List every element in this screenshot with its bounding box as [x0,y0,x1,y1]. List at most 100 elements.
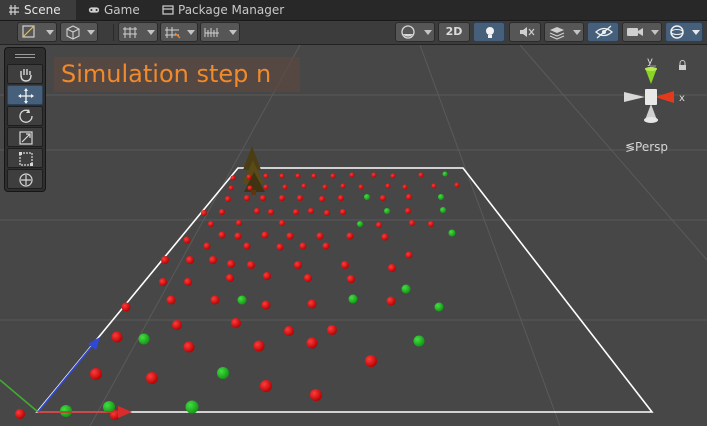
red-agent-sphere [327,325,337,335]
ruler-snap-button[interactable] [200,22,240,42]
red-agent-sphere [244,195,250,201]
red-agent-sphere [227,260,235,268]
red-agent-sphere [201,210,207,216]
red-agent-sphere [253,340,265,352]
tab-game-label: Game [104,3,140,17]
scale-tool-button[interactable] [7,127,43,147]
red-agent-sphere [286,232,294,240]
projection-toggle[interactable]: ≶Persp [625,140,668,154]
red-agent-sphere [307,299,317,309]
red-agent-sphere [226,274,234,282]
hand-tool-button[interactable] [7,64,43,84]
red-agent-sphere [247,185,253,191]
2d-mode-button[interactable]: 2D [438,22,470,42]
tab-bar: Scene Game Package Manager [0,0,707,21]
green-agent-sphere [413,335,425,347]
red-agent-sphere [406,194,412,200]
cube-icon [66,25,80,40]
eye-hidden-icon [595,25,613,39]
camera-settings-button[interactable] [622,22,662,42]
red-agent-sphere [299,242,307,250]
red-agent-sphere [310,389,322,401]
ruler-icon [204,28,219,37]
red-agent-sphere [311,173,317,179]
red-agent-sphere [186,256,194,264]
gizmos-button[interactable] [665,22,703,42]
chevron-down-icon [651,30,659,35]
red-agent-sphere [295,173,301,179]
green-agent-sphere [384,208,390,214]
green-agent-sphere [217,367,229,379]
move-tool-button[interactable] [7,85,43,105]
red-agent-sphere [225,196,231,202]
rotate-icon [19,109,33,123]
effects-button[interactable] [544,22,584,42]
lightbulb-icon [486,27,494,38]
red-agent-sphere [293,209,299,215]
red-agent-sphere [247,261,255,269]
red-agent-sphere [386,296,396,306]
red-agent-sphere [347,275,355,283]
red-agent-sphere [454,182,460,188]
move-arrows-icon [18,88,34,104]
scale-icon [19,131,33,145]
red-agent-sphere [111,331,123,343]
palette-drag-handle[interactable] [15,54,35,58]
tab-scene[interactable]: Scene [0,0,76,20]
chevron-down-icon [187,30,195,35]
draw-mode-button[interactable] [17,22,57,42]
red-agent-sphere [294,261,302,269]
red-agent-sphere [263,184,269,190]
gamepad-icon [88,7,100,13]
scene-toolbar: 2D [0,21,707,45]
audio-muted-icon [520,27,535,37]
scene-visibility-button[interactable] [587,22,619,42]
audio-toggle-button[interactable] [509,22,541,42]
red-agent-sphere [231,318,241,328]
red-agent-sphere [263,173,269,179]
gizmo-neg-x-cone[interactable] [624,92,645,102]
lighting-toggle-button[interactable] [473,22,505,42]
2d-mode-label: 2D [445,25,463,38]
green-agent-sphere [448,229,456,237]
red-agent-sphere [306,337,318,349]
tool-palette [4,47,46,192]
chevron-down-icon [46,30,54,35]
red-agent-sphere [405,251,413,259]
grid-snap-button[interactable] [118,22,158,42]
red-agent-sphere [402,184,408,190]
red-agent-sphere [90,368,102,380]
red-agent-sphere [209,256,217,264]
gizmo-globe-icon [670,25,684,39]
scene-viewport[interactable] [0,45,707,426]
green-agent-sphere [185,400,199,414]
rect-tool-button[interactable] [7,148,43,168]
green-agent-sphere [401,284,411,294]
green-agent-sphere [60,405,72,417]
render-mode-button[interactable] [60,22,98,42]
rotate-tool-button[interactable] [7,106,43,126]
red-agent-sphere [381,233,389,241]
toolbar-separator [113,24,114,41]
green-agent-sphere [237,295,247,305]
red-agent-sphere [371,172,377,178]
transform-tool-button[interactable] [7,169,43,189]
shading-mode-button[interactable] [395,22,435,42]
red-agent-sphere [261,300,271,310]
gizmo-x-cone[interactable] [655,91,674,103]
increment-snap-button[interactable] [160,22,198,42]
red-agent-sphere [208,221,214,227]
tab-game[interactable]: Game [80,0,150,20]
tab-package-manager[interactable]: Package Manager [154,0,294,20]
chevron-down-icon [87,30,95,35]
red-agent-sphere [365,355,377,367]
red-agent-sphere [246,174,252,180]
red-agent-sphere [376,222,382,228]
gizmo-center-cube[interactable] [645,89,657,105]
green-agent-sphere [357,221,363,227]
red-agent-sphere [297,195,303,201]
rect-transform-icon [19,152,33,166]
orientation-gizmo[interactable]: y x [612,56,692,136]
red-agent-sphere [172,320,182,330]
tab-scene-label: Scene [24,3,61,17]
